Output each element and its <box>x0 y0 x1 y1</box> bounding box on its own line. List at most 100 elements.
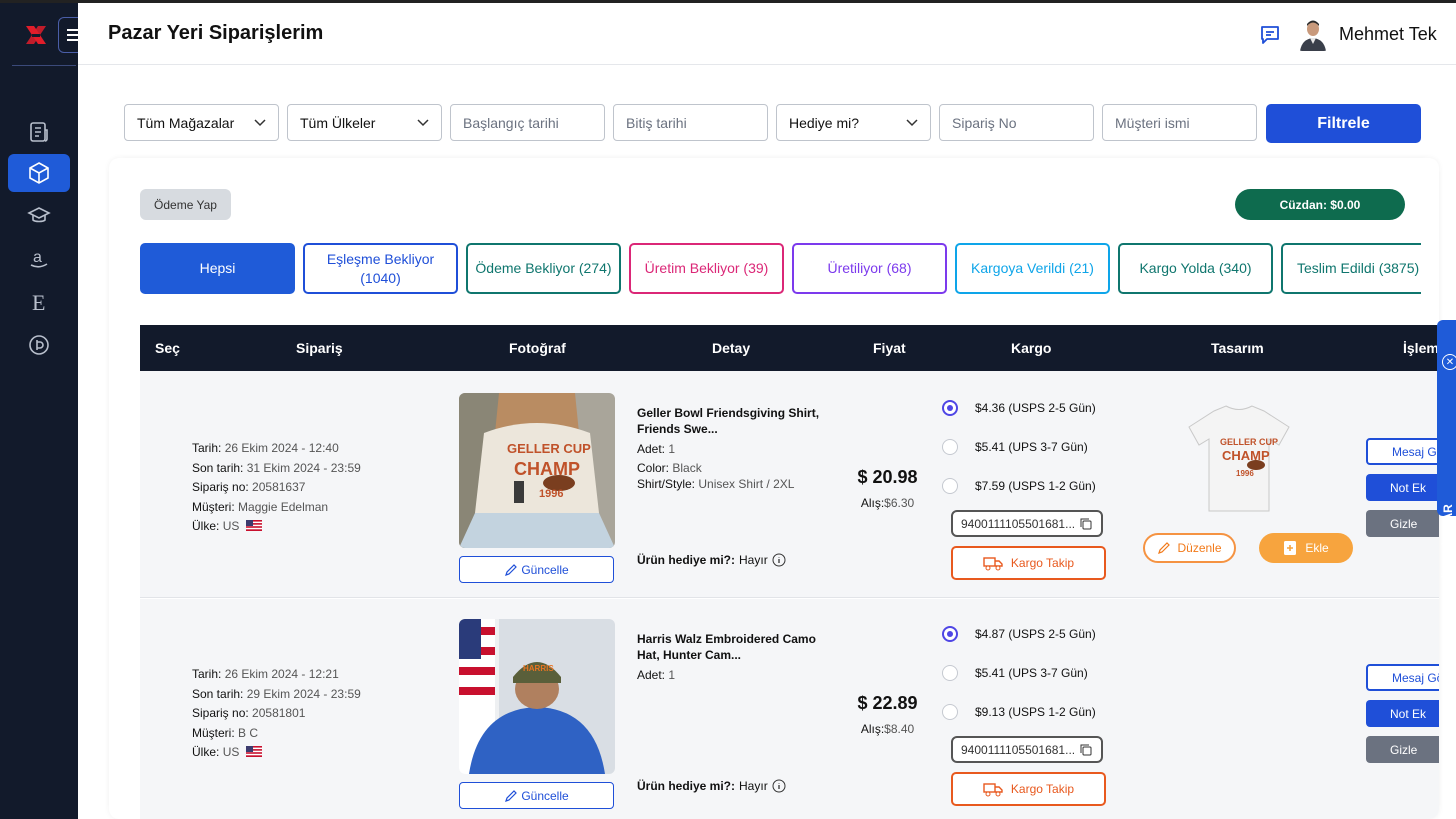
hide-button[interactable]: Gizle <box>1366 736 1439 763</box>
add-note-button[interactable]: Not Ek <box>1366 474 1439 501</box>
tab-all[interactable]: Hepsi <box>140 243 295 294</box>
radio-selected[interactable] <box>942 626 958 642</box>
tab-shipped[interactable]: Kargoya Verildi (21) <box>955 243 1110 294</box>
tracking-number[interactable]: 9400111105501681... <box>951 736 1103 763</box>
gift-value: Hayır <box>739 553 768 567</box>
product-photo[interactable]: HARRIS <box>459 619 615 774</box>
suggestion-tab[interactable]: ✕ ÖNERİM VAR <box>1437 320 1456 580</box>
message-button[interactable]: Mesaj Gö <box>1366 438 1439 465</box>
gift-line: Ürün hediye mi?: Hayır <box>637 779 786 793</box>
tracking-number[interactable]: 9400111105501681... <box>951 510 1103 537</box>
chevron-down-icon <box>254 118 266 126</box>
gift-select[interactable]: Hediye mi? <box>776 104 931 141</box>
order-no-input[interactable] <box>952 114 1081 131</box>
message-button[interactable]: Mesaj Gö <box>1366 664 1439 691</box>
update-label: Güncelle <box>521 788 569 803</box>
sidebar-item-orders[interactable] <box>8 113 70 151</box>
pay-button[interactable]: Ödeme Yap <box>140 189 231 220</box>
shipping-label: $7.59 (USPS 1-2 Gün) <box>975 479 1096 493</box>
customer-name-input[interactable] <box>1115 114 1244 131</box>
add-design-button[interactable]: Ekle <box>1259 533 1353 563</box>
update-photo-button[interactable]: Güncelle <box>459 782 614 809</box>
close-icon[interactable]: ✕ <box>1442 354 1456 370</box>
shipping-label: $5.41 (UPS 3-7 Gün) <box>975 666 1088 680</box>
shipping-option[interactable]: $9.13 (USPS 1-2 Gün) <box>942 704 1096 720</box>
radio[interactable] <box>942 439 958 455</box>
order-price: $ 22.89 <box>857 693 918 713</box>
hide-button[interactable]: Gizle <box>1366 510 1439 537</box>
pencil-icon <box>505 563 518 576</box>
radio[interactable] <box>942 665 958 681</box>
radio[interactable] <box>942 704 958 720</box>
track-shipment-button[interactable]: Kargo Takip <box>951 772 1106 806</box>
store-select[interactable]: Tüm Mağazalar <box>124 104 279 141</box>
tab-in-production[interactable]: Üretiliyor (68) <box>792 243 947 294</box>
sidebar-item-amazon[interactable]: a <box>8 239 70 277</box>
tab-in-transit[interactable]: Kargo Yolda (340) <box>1118 243 1273 294</box>
order-price: $ 20.98 <box>857 467 918 487</box>
table-row: Tarih: 26 Ekim 2024 - 12:40 Son tarih: 3… <box>140 371 1439 598</box>
sidebar-item-education[interactable] <box>8 197 70 235</box>
tab-delivered[interactable]: Teslim Edildi (3875) <box>1281 243 1421 294</box>
shipping-option[interactable]: $5.41 (UPS 3-7 Gün) <box>942 439 1088 455</box>
col-detail: Detay <box>712 340 751 356</box>
product-title: Geller Bowl Friendsgiving Shirt, Friends… <box>637 406 820 436</box>
sidebar-item-custom[interactable] <box>8 326 70 364</box>
shipping-option[interactable]: $4.36 (USPS 2-5 Gün) <box>942 400 1096 416</box>
info-icon[interactable] <box>772 553 786 567</box>
edit-design-button[interactable]: Düzenle <box>1143 533 1236 563</box>
col-actions: İşlem <box>1403 340 1439 356</box>
store-select-value: Tüm Mağazalar <box>137 114 235 131</box>
tab-awaiting-payment[interactable]: Ödeme Bekliyor (274) <box>466 243 621 294</box>
product-photo[interactable]: GELLER CUP CHAMP 1996 <box>459 393 615 548</box>
shipping-label: $9.13 (USPS 1-2 Gün) <box>975 705 1096 719</box>
tab-awaiting-production[interactable]: Üretim Bekliyor (39) <box>629 243 784 294</box>
order-deadline: 29 Ekim 2024 - 23:59 <box>246 686 361 701</box>
design-preview[interactable]: GELLER CUP CHAMP 1996 <box>1184 403 1294 515</box>
add-note-button[interactable]: Not Ek <box>1366 700 1439 727</box>
svg-text:a: a <box>33 249 42 266</box>
track-label: Kargo Takip <box>1010 782 1075 796</box>
chevron-down-icon <box>906 118 918 126</box>
info-icon[interactable] <box>772 779 786 793</box>
purchase-label: Alış: <box>860 722 885 736</box>
copy-icon[interactable] <box>1079 743 1093 757</box>
orders-icon <box>30 122 48 142</box>
end-date-field[interactable] <box>613 104 768 141</box>
filter-button[interactable]: Filtrele <box>1266 104 1421 143</box>
sidebar-item-etsy[interactable]: E <box>8 283 70 321</box>
truck-icon <box>983 557 1003 571</box>
start-date-field[interactable] <box>450 104 605 141</box>
wallet-balance[interactable]: Cüzdan: $0.00 <box>1235 189 1405 220</box>
country-code: US <box>222 519 240 533</box>
radio[interactable] <box>942 478 958 494</box>
product-title: Harris Walz Embroidered Camo Hat, Hunter… <box>637 632 816 662</box>
order-no-label: Sipariş no: <box>192 706 249 720</box>
logo-icon[interactable] <box>24 23 48 47</box>
track-shipment-button[interactable]: Kargo Takip <box>951 546 1106 580</box>
order-no-field[interactable] <box>939 104 1094 141</box>
header: Pazar Yeri Siparişlerim Mehmet Tek <box>78 3 1456 65</box>
etsy-icon: E <box>32 290 45 314</box>
shipping-option[interactable]: $4.87 (USPS 2-5 Gün) <box>942 626 1096 642</box>
order-number: 20581801 <box>252 706 306 720</box>
suggestion-label: ÖNERİM VAR <box>1441 504 1455 580</box>
user-name[interactable]: Mehmet Tek <box>1339 24 1437 45</box>
update-photo-button[interactable]: Güncelle <box>459 556 614 583</box>
customer-name-field[interactable] <box>1102 104 1257 141</box>
country-select[interactable]: Tüm Ülkeler <box>287 104 442 141</box>
avatar[interactable] <box>1298 17 1328 51</box>
radio-selected[interactable] <box>942 400 958 416</box>
copy-icon[interactable] <box>1079 517 1093 531</box>
sidebar-item-products[interactable] <box>8 154 70 192</box>
start-date-input[interactable] <box>463 114 592 131</box>
chat-icon[interactable] <box>1258 23 1282 47</box>
shipping-option[interactable]: $5.41 (UPS 3-7 Gün) <box>942 665 1088 681</box>
deadline-label: Son tarih: <box>192 460 244 475</box>
end-date-input[interactable] <box>626 114 755 131</box>
customer-label: Müşteri: <box>192 725 235 740</box>
shipping-option[interactable]: $7.59 (USPS 1-2 Gün) <box>942 478 1096 494</box>
date-label: Tarih: <box>192 441 222 455</box>
gift-select-value: Hediye mi? <box>789 114 860 131</box>
tab-awaiting-match[interactable]: Eşleşme Bekliyor (1040) <box>303 243 458 294</box>
